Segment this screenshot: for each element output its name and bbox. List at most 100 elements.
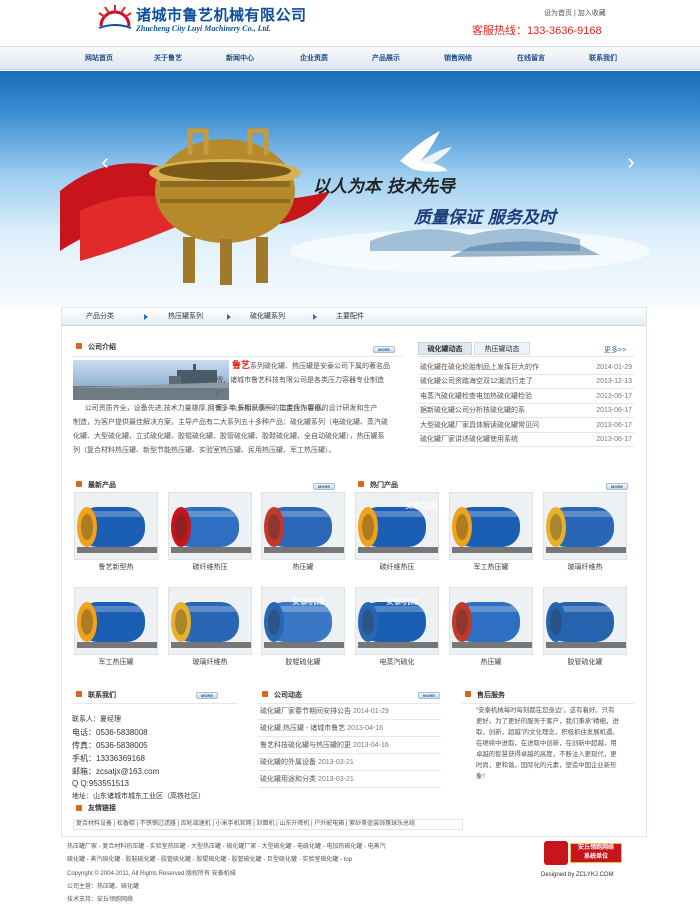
tab-autoclave-news[interactable]: 热压罐动态 [474, 342, 530, 355]
product-caption: 热压罐 [292, 564, 314, 571]
company-intro-paragraph-2: 公司资质齐全，设备先进,技术力量雄厚,拥有多年,长期从事一、二类压力容器的设计研… [73, 405, 388, 454]
product-photo [168, 587, 252, 655]
contact-title: 联系我们 [88, 692, 116, 699]
news-item[interactable]: 电蒸汽硫化罐检查电加热硫化罐检验 2013-06-17 [420, 390, 632, 404]
contact-more-button[interactable]: MORE [196, 692, 218, 699]
product-card[interactable]: 鲁艺新型热 [74, 492, 158, 578]
product-card[interactable]: 安泰机械 电蒸汽硫化 [355, 587, 439, 673]
news-item-title: 据新硫化罐公司分析核硫化罐的系 [420, 407, 525, 415]
nav-item-message[interactable]: 在线留言 [494, 47, 568, 71]
company-news-item-title: 硫化罐用途和分类 [260, 776, 316, 783]
new-products-more-button[interactable]: MORE [313, 483, 335, 490]
tab-vulcanizer-news[interactable]: 硫化罐动态 [418, 342, 472, 355]
company-news-item[interactable]: 硫化罐的外属设备 2013-03-21 [260, 756, 440, 770]
news-item[interactable]: 硫化罐在硫化轮胎制品上发挥巨大的作 2014-01-29 [420, 361, 632, 375]
company-intro-more-button[interactable]: MORE [373, 346, 395, 353]
nav-item-sales[interactable]: 销售网络 [421, 47, 495, 71]
tab-product-category[interactable]: 产品分类 [86, 308, 114, 326]
product-card[interactable]: 胶管硫化罐 [543, 587, 627, 673]
divider [73, 356, 403, 357]
product-caption: 胶管硫化罐 [567, 659, 603, 666]
footer-keywords-1[interactable]: 热压罐厂家 - 复合材料热压罐 - 实验室热压罐 - 大型热压罐 - 硫化罐厂家… [67, 842, 386, 853]
product-card[interactable]: 碳纤维热压 [168, 492, 252, 578]
add-favorite-link[interactable]: 加入收藏 [578, 10, 606, 17]
news-item-date: 2013-06-17 [596, 421, 632, 429]
product-card[interactable]: 安泰机械胶辊硫化罐 [261, 587, 345, 673]
company-news-item[interactable]: 硫化罐,热压罐 - 诸城市鲁艺 2013-04-16 [260, 722, 440, 736]
company-name-en: Zhucheng City Luyi Machinery Co., Ltd. [136, 24, 271, 33]
company-news-item-title: 硫化罐厂家春节期间安排公告 [260, 708, 351, 715]
hotline: 客服热线：133-3636-9168 [472, 22, 602, 38]
product-photo: 安泰机械 [355, 587, 439, 655]
product-watermark: 安泰机械 [292, 597, 324, 606]
divider [258, 770, 441, 771]
nav-item-home[interactable]: 网站首页 [62, 47, 136, 71]
nav-item-about[interactable]: 关于鲁艺 [131, 47, 205, 71]
nav-item-contact[interactable]: 联系我们 [566, 47, 640, 71]
section-bullet-icon [76, 481, 82, 487]
tab-autoclave-series[interactable]: 热压罐系列 [168, 308, 203, 326]
product-caption: 热压罐 [480, 659, 502, 666]
nav-item-qualification[interactable]: 企业资质 [277, 47, 351, 71]
product-caption: 军工热压罐 [473, 564, 509, 571]
hotline-number: 133-3636-9168 [527, 25, 602, 37]
product-photo [74, 587, 158, 655]
news-item-title: 硫化罐在硫化轮胎制品上发挥巨大的作 [420, 364, 539, 371]
company-news-item[interactable]: 硫化罐用途和分类 2013-03-21 [260, 773, 440, 787]
product-card[interactable]: 热压罐 [261, 492, 345, 578]
product-photo [543, 492, 627, 560]
news-item[interactable]: 硫化罐厂家讲述硫化罐使用系统 2013-06-17 [420, 433, 632, 447]
company-news-item-date: 2013-04-16 [347, 725, 383, 732]
product-card[interactable]: 军工热压罐 [74, 587, 158, 673]
company-news-item-date: 2013-03-21 [318, 776, 354, 783]
product-card[interactable]: 热压罐 [449, 587, 533, 673]
footer-keywords-2[interactable]: 硫化罐 - 蒸汽硫化罐 - 胶鞋硫化罐 - 胶管硫化罐 - 胶辊硫化罐 - 胶管… [67, 855, 352, 866]
company-name-cn: 诸城市鲁艺机械有限公司 [136, 6, 307, 24]
product-caption: 胶辊硫化罐 [285, 659, 321, 666]
divider [258, 753, 441, 754]
news-item-title: 硫化罐厂家讲述硫化罐使用系统 [420, 436, 518, 443]
hotline-label: 客服热线： [472, 25, 527, 37]
nav-item-products[interactable]: 产品展示 [349, 47, 423, 71]
company-news-item[interactable]: 鲁艺科技硫化罐与热压罐的更 2013-04-16 [260, 739, 440, 753]
designer-logo[interactable]: 安丘领跑网络 系统单位 [544, 841, 624, 869]
product-caption: 碳纤维热压 [192, 564, 228, 571]
designer-credit[interactable]: Designed by ZCLYKJ.COM [541, 872, 614, 878]
company-news-item[interactable]: 硫化罐厂家春节期间安排公告 2014-01-29 [260, 705, 440, 719]
main-nav: 网站首页 关于鲁艺 新闻中心 企业资质 产品展示 销售网络 在线留言 联系我们 [0, 46, 700, 70]
news-item-title: 硫化罐公司资踏海空双12潮流行走了 [420, 378, 533, 386]
news-item[interactable]: 据新硫化罐公司分析核硫化罐的系 2013-06-17 [420, 404, 632, 418]
news-item[interactable]: 硫化罐公司资踏海空双12潮流行走了 2013-12-13 [420, 375, 632, 389]
footer-tech-support[interactable]: 技术支持：安丘领跑网络 [67, 895, 133, 906]
after-sales-title: 售后服务 [477, 692, 505, 699]
product-photo [543, 587, 627, 655]
company-news-item-title: 硫化罐的外属设备 [260, 759, 316, 766]
product-card[interactable]: 玻璃纤维热 [168, 587, 252, 673]
product-card[interactable]: 玻璃纤维热 [543, 492, 627, 578]
product-caption: 电蒸汽硫化 [379, 659, 415, 666]
tab-main-accessories[interactable]: 主要配件 [336, 308, 364, 326]
product-watermark: 安泰机械 [405, 501, 437, 510]
contact-person: 联系人：夏经理 [72, 716, 121, 723]
news-more-link[interactable]: 更多>> [604, 345, 626, 355]
divider [258, 787, 441, 788]
tab-vulcanizer-series[interactable]: 硫化罐系列 [250, 308, 285, 326]
company-news-item-title: 硫化罐,热压罐 - 诸城市鲁艺 [260, 725, 346, 732]
divider [462, 703, 634, 704]
product-card[interactable]: 军工热压罐 [449, 492, 533, 578]
news-item[interactable]: 大型硫化罐厂家具体解读硫化罐常见问 2013-06-17 [420, 419, 632, 433]
friend-links-list[interactable]: 复合材料设备 | 松香碳 | 不锈钢过滤器 | 齿轮减速机 | 小米手机官网 |… [73, 819, 463, 830]
contact-address: 地址：山东诸城市城东工业区（高铁社区） [72, 793, 205, 800]
company-news-item-date: 2014-01-29 [353, 708, 389, 715]
product-caption: 军工热压罐 [98, 659, 134, 666]
sunrise-logo-icon [98, 5, 132, 29]
company-news-more-button[interactable]: MORE [418, 692, 440, 699]
prev-slide-arrow-icon[interactable]: ‹ [97, 151, 113, 173]
next-slide-arrow-icon[interactable]: › [623, 151, 639, 173]
news-item-date: 2013-06-17 [596, 407, 632, 415]
tab-arrow-icon [227, 314, 231, 320]
hot-products-more-button[interactable]: MORE [606, 483, 628, 490]
banner-slogan-2: 质量保证 服务及时 [414, 208, 556, 228]
set-home-link[interactable]: 设为首页 [544, 10, 572, 17]
nav-item-news[interactable]: 新闻中心 [203, 47, 277, 71]
